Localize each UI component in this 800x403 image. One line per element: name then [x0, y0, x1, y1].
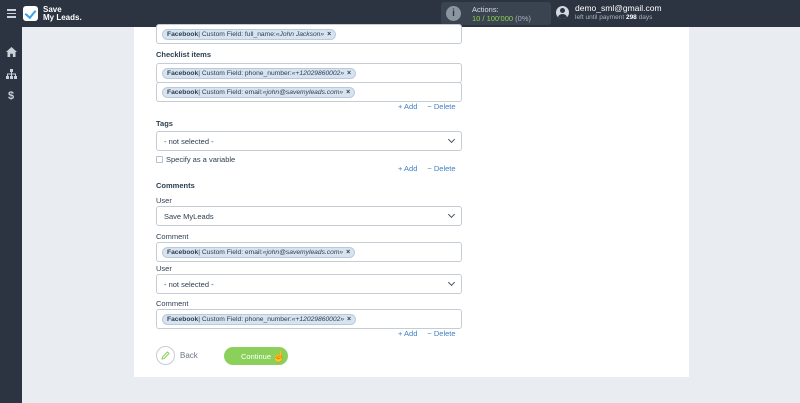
actions-counter: i Actions: 10 / 100'000 (0%)	[441, 2, 551, 25]
back-button[interactable]: Back	[156, 346, 198, 365]
payment-info: left until payment 298 days	[575, 13, 662, 22]
logo[interactable]: Save My Leads.	[23, 5, 82, 22]
field-tag: Facebook | Custom Field: email: «john@sa…	[162, 246, 356, 258]
user-select-value: Save MyLeads	[164, 211, 214, 221]
remove-tag-icon[interactable]: ×	[347, 316, 351, 323]
sitemap-icon[interactable]	[0, 63, 22, 85]
tag-value: «john@savemyleads.com»	[262, 88, 344, 96]
user-select-value: - not selected -	[164, 279, 214, 289]
chevron-down-icon	[447, 135, 456, 144]
tag-text: | Custom Field: email:	[198, 248, 263, 256]
logo-check-icon	[23, 6, 38, 21]
top-bar: Save My Leads. i Actions: 10 / 100'000 (…	[0, 0, 800, 27]
comment-label: Comment	[156, 232, 189, 241]
delete-button[interactable]: − Delete	[427, 164, 455, 173]
tag-source: Facebook	[167, 88, 199, 96]
tag-source: Facebook	[167, 69, 199, 77]
remove-tag-icon[interactable]: ×	[346, 89, 350, 96]
add-button[interactable]: + Add	[398, 164, 417, 173]
actions-label: Actions:	[472, 4, 499, 14]
user-label: User	[156, 264, 172, 273]
remove-tag-icon[interactable]: ×	[327, 31, 331, 38]
tag-source: Facebook	[167, 30, 199, 38]
field-tag: Facebook | Custom Field: phone_number: «…	[162, 67, 357, 79]
specify-variable-checkbox[interactable]	[156, 156, 163, 163]
tag-text: | Custom Field: phone_number:	[198, 315, 292, 323]
tags-label: Tags	[156, 119, 173, 128]
dollar-icon[interactable]: $	[0, 85, 22, 107]
tag-text: | Custom Field: full_name:	[198, 30, 276, 38]
account-menu[interactable]: demo_sml@gmail.com left until payment 29…	[556, 3, 662, 22]
comments-actions: + Add − Delete	[398, 329, 456, 338]
logo-text: Save My Leads.	[43, 5, 82, 22]
settings-card: Facebook | Custom Field: full_name: «Joh…	[134, 24, 689, 377]
continue-label: Continue	[240, 351, 272, 361]
comments-label: Comments	[156, 181, 195, 190]
logo-line2: My Leads.	[43, 12, 82, 22]
tag-value: «+12029860002»	[291, 69, 345, 77]
checklist-actions: + Add − Delete	[398, 102, 456, 111]
home-icon[interactable]	[0, 41, 22, 63]
payment-suffix: days	[636, 14, 653, 21]
payment-days: 298	[625, 14, 637, 21]
tag-text: | Custom Field: email:	[198, 88, 263, 96]
comment-field-1[interactable]: Facebook | Custom Field: email: «john@sa…	[156, 242, 462, 262]
user-select-2[interactable]: - not selected -	[156, 274, 462, 294]
tag-source: Facebook	[167, 248, 199, 256]
delete-button[interactable]: − Delete	[427, 102, 455, 111]
remove-tag-icon[interactable]: ×	[347, 70, 351, 77]
field-tag: Facebook | Custom Field: full_name: «Joh…	[162, 28, 337, 40]
user-email: demo_sml@gmail.com	[575, 3, 662, 13]
tag-value: «john@savemyleads.com»	[262, 248, 344, 256]
tags-actions: + Add − Delete	[398, 164, 456, 173]
user-select-1[interactable]: Save MyLeads	[156, 206, 462, 226]
chevron-down-icon	[447, 278, 456, 287]
top-value-field[interactable]: Facebook | Custom Field: full_name: «Joh…	[156, 24, 462, 44]
tag-text: | Custom Field: phone_number:	[198, 69, 292, 77]
specify-variable-row: Specify as a variable	[156, 155, 235, 164]
actions-count: 10 / 100'000	[472, 13, 514, 23]
pencil-icon	[156, 346, 175, 365]
actions-percent: (0%)	[515, 13, 531, 23]
tags-select[interactable]: - not selected -	[156, 131, 462, 151]
specify-variable-label: Specify as a variable	[166, 155, 236, 164]
tag-source: Facebook	[167, 315, 199, 323]
field-tag: Facebook | Custom Field: email: «john@sa…	[162, 86, 356, 98]
comment-label: Comment	[156, 299, 189, 308]
remove-tag-icon[interactable]: ×	[346, 249, 350, 256]
sidebar: $	[0, 27, 22, 403]
checklist-items-label: Checklist items	[156, 50, 212, 59]
user-label: User	[156, 196, 172, 205]
checklist-item-field-1[interactable]: Facebook | Custom Field: phone_number: «…	[156, 63, 462, 83]
hand-cursor-icon: ☝	[272, 351, 286, 363]
menu-icon[interactable]	[0, 0, 22, 27]
payment-prefix: left until payment	[575, 14, 626, 21]
tag-value: «+12029860002»	[291, 315, 345, 323]
tag-value: «John Jackson»	[275, 30, 325, 38]
field-tag: Facebook | Custom Field: phone_number: «…	[162, 313, 357, 325]
back-label: Back	[180, 351, 198, 360]
chevron-down-icon	[447, 210, 456, 219]
add-button[interactable]: + Add	[398, 102, 417, 111]
checklist-item-field-2[interactable]: Facebook | Custom Field: email: «john@sa…	[156, 82, 462, 102]
info-icon[interactable]: i	[446, 6, 461, 21]
add-button[interactable]: + Add	[398, 329, 417, 338]
comment-field-2[interactable]: Facebook | Custom Field: phone_number: «…	[156, 309, 462, 329]
delete-button[interactable]: − Delete	[427, 329, 455, 338]
tags-select-value: - not selected -	[164, 136, 214, 146]
user-icon	[556, 6, 569, 19]
